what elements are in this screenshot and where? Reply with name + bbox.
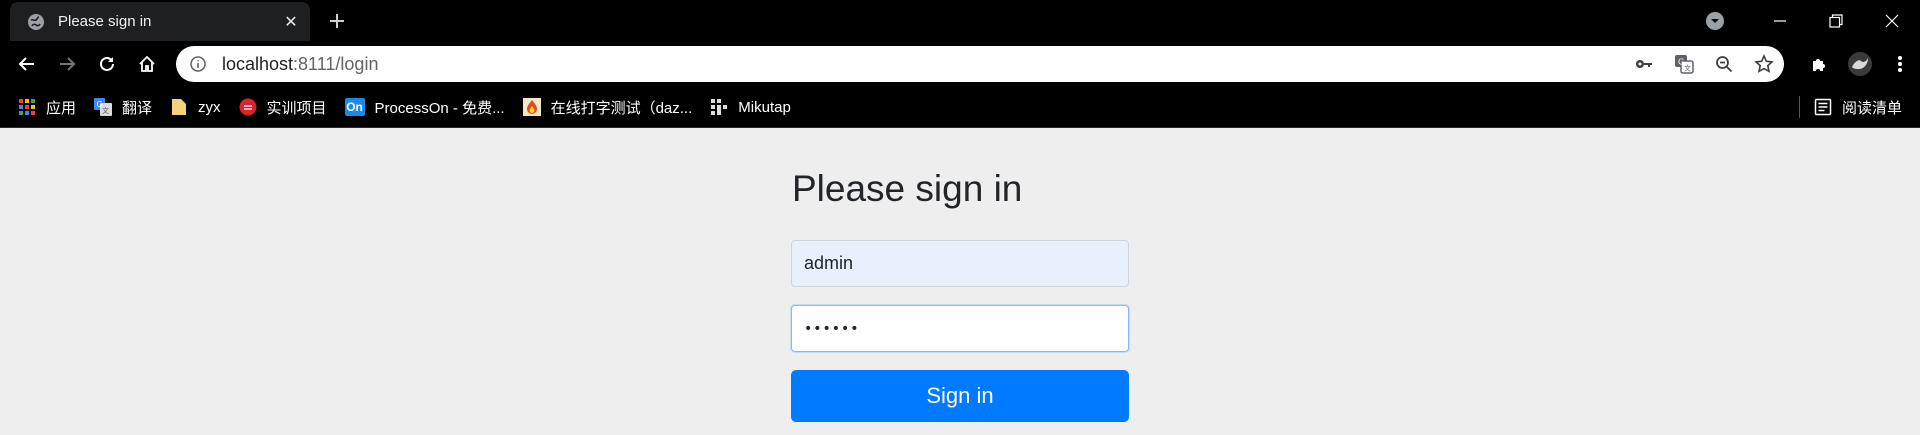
folder-icon — [170, 98, 188, 116]
url-host: localhost — [222, 53, 294, 74]
bookmark-typing-test[interactable]: 在线打字测试（daz... — [514, 92, 702, 122]
arrow-right-icon — [60, 57, 76, 71]
bookmark-label: 翻译 — [122, 99, 153, 117]
bookmark-apps[interactable]: 应用 — [0, 92, 85, 122]
bookmark-label: 实训项目 — [266, 99, 327, 117]
page-content: Please sign in admin •••••• Sign in — [0, 128, 1920, 435]
tab-title: Please sign in — [58, 13, 152, 30]
home-button[interactable] — [127, 44, 167, 84]
tab-please-sign-in[interactable]: Please sign in ✕ — [10, 2, 310, 41]
tab-strip: Please sign in ✕ — [0, 0, 1920, 41]
red-circle-icon — [239, 98, 257, 116]
zoom-out-icon[interactable] — [1704, 46, 1744, 82]
reading-list-icon — [1814, 98, 1832, 116]
reading-list-button[interactable]: 阅读清单 — [1798, 92, 1902, 122]
page-title: Please sign in — [792, 168, 1023, 209]
tab-search-icon[interactable] — [1704, 10, 1726, 32]
new-tab-button[interactable] — [322, 8, 352, 34]
arrow-left-icon — [18, 57, 34, 71]
minimize-button[interactable] — [1752, 0, 1808, 41]
google-translate-icon: G文 — [94, 98, 113, 116]
bookmark-label: Mikutap — [738, 98, 791, 116]
window-controls — [1704, 0, 1920, 41]
bookmark-translate[interactable]: G文 翻译 — [85, 92, 161, 122]
restore-button[interactable] — [1808, 0, 1864, 41]
back-button[interactable] — [7, 44, 47, 84]
svg-text:文: 文 — [102, 106, 109, 115]
apps-grid-icon — [18, 98, 36, 116]
bookmark-label: 应用 — [46, 99, 77, 117]
svg-text:文: 文 — [1684, 64, 1691, 73]
plus-icon — [330, 14, 344, 28]
address-bar[interactable]: localhost:8111/login G文 — [176, 46, 1784, 82]
url-text[interactable]: localhost:8111/login — [222, 54, 1624, 75]
mikutap-icon — [710, 98, 728, 116]
bookmark-label: ProcessOn - 免费... — [374, 99, 505, 117]
divider — [1798, 96, 1800, 118]
reading-list-label: 阅读清单 — [1841, 99, 1902, 117]
reload-button[interactable] — [87, 44, 127, 84]
flame-icon — [522, 98, 541, 116]
bookmark-mikutap[interactable]: Mikutap — [701, 92, 800, 122]
url-path: :8111/login — [293, 53, 379, 74]
toolbar: localhost:8111/login G文 — [0, 41, 1920, 87]
extensions-puzzle-icon[interactable] — [1800, 44, 1840, 84]
key-icon[interactable] — [1624, 46, 1664, 82]
toolbar-right — [1800, 44, 1920, 84]
bookmark-training-project[interactable]: 实训项目 — [230, 92, 336, 122]
globe-icon — [26, 12, 46, 32]
menu-kebab-icon[interactable] — [1880, 44, 1920, 84]
close-window-button[interactable] — [1864, 0, 1920, 41]
processon-icon: On — [344, 98, 365, 116]
username-input[interactable]: admin — [791, 240, 1129, 287]
profile-avatar-icon[interactable] — [1840, 44, 1880, 84]
bookmark-label: zyx — [198, 98, 221, 116]
bookmark-star-icon[interactable] — [1744, 46, 1784, 82]
sign-in-button[interactable]: Sign in — [791, 370, 1129, 422]
bookmark-folder-zyx[interactable]: zyx — [161, 92, 230, 122]
bookmarks-bar: 应用 G文 翻译 zyx 实训项目 On ProcessOn - 免费... 在… — [0, 87, 1920, 128]
browser-chrome: Please sign in ✕ localhost:8111/login G … — [0, 0, 1920, 128]
bookmark-processon[interactable]: On ProcessOn - 免费... — [336, 92, 514, 122]
home-icon — [139, 55, 155, 72]
translate-icon[interactable]: G文 — [1664, 46, 1704, 82]
close-tab-icon[interactable]: ✕ — [278, 9, 304, 35]
reload-icon — [100, 56, 114, 71]
forward-button[interactable] — [47, 44, 87, 84]
password-input[interactable]: •••••• — [791, 305, 1129, 352]
site-info-icon[interactable] — [188, 54, 208, 74]
bookmark-label: 在线打字测试（daz... — [550, 99, 693, 117]
